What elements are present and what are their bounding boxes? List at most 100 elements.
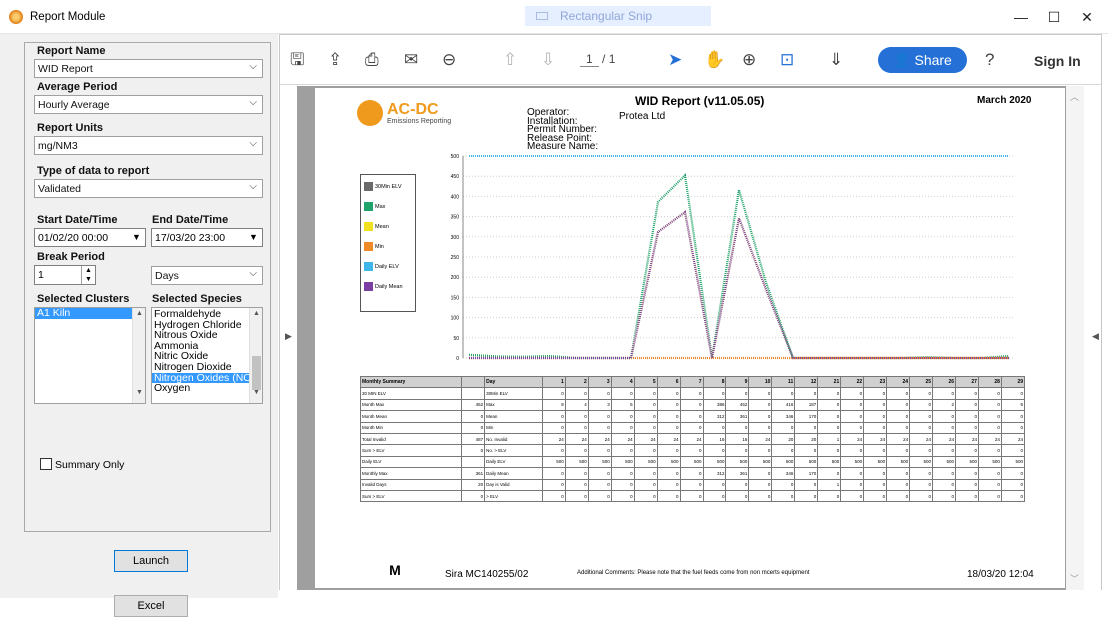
table-cell: 0 [725, 421, 750, 434]
species-scrollbar[interactable]: ▲ ▼ [249, 308, 262, 403]
table-cell: 0 [748, 467, 773, 480]
break-period-stepper[interactable]: 1 ▲ ▼ [34, 265, 96, 285]
table-cell: 8 [541, 398, 566, 412]
table-cell: 0 [564, 421, 589, 434]
report-units-select[interactable]: mg/NM3 ⌵ [34, 136, 263, 155]
species-item[interactable]: Formaldehyde [152, 309, 262, 320]
legend-swatch [364, 262, 373, 271]
footer-id: Sira MC140255/02 [445, 569, 529, 580]
excel-button[interactable]: Excel [114, 595, 188, 617]
y-tick-label: 450 [451, 174, 460, 180]
next-page-icon[interactable]: ⇩ [541, 50, 555, 70]
table-cell: 0 [748, 387, 773, 400]
close-button[interactable]: ✕ [1072, 6, 1102, 28]
table-cell: 16 [725, 432, 750, 446]
scroll-thumb[interactable] [252, 356, 261, 390]
table-header-row: Monthly Summary Day 1 2 3 4 5 6 7 8 9 10 11 12 21 22 23 2… [359, 375, 1026, 389]
species-list[interactable]: Formaldehyde Hydrogen Chloride Nitrous O… [151, 307, 263, 404]
summary-value-cell: 0 [461, 410, 486, 423]
break-period-value: 1 [38, 269, 44, 281]
scroll-down-icon[interactable]: ▼ [133, 389, 145, 401]
row-name-cell: Day is Valid [484, 478, 543, 491]
zoom-out-icon[interactable]: ⊖ [442, 50, 456, 70]
report-name-select[interactable]: WID Report ⌵ [34, 59, 263, 78]
table-day-header: 3 [587, 375, 612, 389]
summary-value-cell: 0 [461, 444, 486, 457]
summary-only-checkbox[interactable]: Summary Only [40, 458, 124, 471]
left-pane-toggle-icon[interactable]: ▶ [285, 331, 292, 342]
table-cell: 0 [955, 398, 979, 412]
summary-label-cell: 30 MIN ELV [359, 387, 463, 400]
dropdown-arrow-icon[interactable]: ▼ [246, 230, 261, 245]
break-unit-select[interactable]: Days ⌵ [151, 266, 263, 285]
legend-item: Daily Mean [364, 282, 403, 291]
sign-in-link[interactable]: Sign In [1034, 53, 1081, 69]
page-number-input[interactable]: 1 [580, 52, 599, 67]
fit-page-icon[interactable]: ⊡ [780, 50, 794, 70]
table-cell: 0 [633, 387, 658, 400]
row-name-cell: Daily Mean [484, 467, 543, 480]
launch-button[interactable]: Launch [114, 550, 188, 572]
table-day-header: 28 [977, 375, 1002, 389]
footer-timestamp: 18/03/20 12:04 [967, 569, 1034, 580]
table-cell: 0 [748, 398, 773, 412]
table-cell: 0 [909, 398, 934, 412]
legend-item: Daily ELV [364, 262, 399, 271]
table-cell: 0 [840, 444, 865, 457]
add-user-icon: 👤 [893, 52, 915, 68]
clusters-scrollbar[interactable]: ▲ ▼ [132, 308, 145, 403]
minimize-button[interactable]: — [1006, 6, 1036, 28]
table-cell: 0 [886, 467, 911, 480]
table-row: 30 MIN ELV 30Min ELV 0 0 0 0 0 0 0 0 0 0 0 0 0 0 0 0 0 0 0 0 0 [359, 387, 1026, 400]
page-indicator[interactable]: 1 / 1 [580, 52, 615, 67]
table-cell: 0 [863, 398, 888, 412]
clusters-list[interactable]: A1 Kiln ▲ ▼ [34, 307, 146, 404]
scroll-up-icon[interactable]: ▲ [250, 310, 262, 322]
pdf-viewer: 🖫 ⇪ ⎙ ✉ ⊖ ⇧ ⇩ 1 / 1 ➤ ✋ ⊕ ⊡ ⇓ 👤 Share ? … [279, 34, 1102, 590]
table-cell: 500 [725, 455, 750, 469]
checkbox-box[interactable] [40, 458, 52, 470]
species-item[interactable]: Oxygen [152, 383, 262, 394]
table-cell: 0 [610, 421, 635, 434]
table-cell: 0 [909, 410, 934, 423]
legend-label: Max [375, 204, 386, 210]
table-cell: 0 [610, 444, 635, 457]
email-icon[interactable]: ✉ [404, 50, 418, 70]
table-cell: 0 [656, 410, 681, 423]
legend-swatch [364, 182, 373, 191]
cluster-item[interactable]: A1 Kiln [35, 308, 145, 319]
print-icon[interactable]: ⎙ [365, 50, 379, 70]
scroll-down-icon[interactable]: ▼ [250, 389, 262, 401]
document-scrollbar[interactable]: ︿ ﹀ [1066, 86, 1084, 590]
table-day-header: 7 [679, 375, 704, 389]
zoom-in-icon[interactable]: ⊕ [742, 50, 756, 70]
table-cell: 0 [587, 478, 612, 491]
start-date-picker[interactable]: 01/02/20 00:00 ▼ [34, 228, 146, 247]
species-item[interactable]: Nitrogen Dioxide [152, 362, 262, 373]
scroll-down-icon[interactable]: ﹀ [1070, 572, 1079, 585]
previous-page-icon[interactable]: ⇧ [503, 50, 517, 70]
legend-label: Daily Mean [375, 284, 403, 290]
maximize-button[interactable]: ☐ [1039, 6, 1069, 28]
mcerts-logo: M [389, 562, 401, 578]
data-type-select[interactable]: Validated ⌵ [34, 179, 263, 198]
upload-icon[interactable]: ⇪ [328, 50, 342, 70]
select-cursor-icon[interactable]: ➤ [668, 50, 682, 70]
table-cell: 312 [702, 467, 727, 480]
scroll-up-icon[interactable]: ▲ [133, 310, 145, 322]
average-period-select[interactable]: Hourly Average ⌵ [34, 95, 263, 114]
report-units-value: mg/NM3 [38, 140, 78, 152]
dropdown-arrow-icon[interactable]: ▼ [129, 230, 144, 245]
table-cell: 500 [909, 455, 934, 469]
save-icon[interactable]: 🖫 [290, 50, 304, 70]
right-pane-toggle-icon[interactable]: ◀ [1092, 331, 1099, 342]
end-date-picker[interactable]: 17/03/20 23:00 ▼ [151, 228, 263, 247]
up-down-arrows-icon[interactable]: ▲ ▼ [81, 266, 95, 284]
table-cell: 0 [748, 421, 773, 434]
hand-tool-icon[interactable]: ✋ [704, 50, 725, 70]
share-button[interactable]: 👤 Share [878, 47, 967, 73]
scroll-up-icon[interactable]: ︿ [1070, 90, 1079, 103]
help-icon[interactable]: ? [985, 50, 994, 70]
scroll-mode-icon[interactable]: ⇓ [829, 50, 843, 70]
table-cell: 0 [679, 421, 704, 434]
